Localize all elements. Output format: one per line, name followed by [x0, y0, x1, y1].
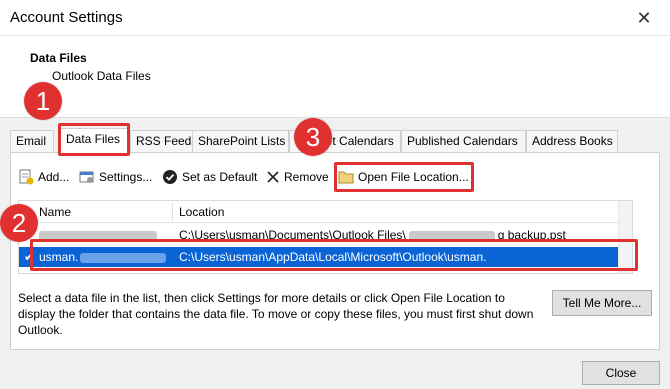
- checkmark-circle-icon: [163, 170, 177, 184]
- open-file-location-label: Open File Location...: [358, 170, 469, 184]
- set-default-label: Set as Default: [182, 170, 258, 184]
- step-badge-3: 3: [294, 118, 332, 156]
- description-text: Select a data file in the list, then cli…: [18, 291, 534, 337]
- redacted-text: [408, 230, 495, 241]
- list-row[interactable]: C:\Users\usman\Documents\Outlook Files\ g…: [19, 225, 632, 245]
- remove-x-icon: [267, 171, 279, 183]
- dialog-header: Data Files Outlook Data Files: [0, 36, 670, 118]
- row-location-path: C:\Users\usman\Documents\Outlook Files\: [179, 228, 406, 242]
- close-button[interactable]: Close: [582, 361, 660, 385]
- column-divider[interactable]: [172, 203, 173, 221]
- data-files-list[interactable]: Name Location C:\Users\usman\Documents\O…: [18, 200, 633, 274]
- row-location: C:\Users\usman\Documents\Outlook Files\ g…: [179, 225, 566, 245]
- list-row-selected[interactable]: ✔ usman. C:\Users\usman\AppData\Local\Mi…: [19, 247, 632, 267]
- row-location-tail: g backup.pst: [497, 228, 566, 242]
- header-title: Data Files: [30, 51, 87, 65]
- step-badge-2: 2: [0, 204, 38, 242]
- tab-data-files[interactable]: Data Files: [60, 128, 130, 154]
- add-button[interactable]: Add...: [18, 166, 69, 188]
- column-location[interactable]: Location: [179, 205, 224, 219]
- row-name-text: usman.: [39, 250, 79, 264]
- title-bar: Account Settings ✕: [0, 0, 670, 36]
- column-name[interactable]: Name: [39, 205, 71, 219]
- settings-button[interactable]: Settings...: [79, 166, 152, 188]
- list-header: Name Location: [19, 201, 632, 223]
- close-icon[interactable]: ✕: [632, 6, 656, 30]
- redacted-text: [39, 230, 157, 241]
- tab-email[interactable]: Email: [10, 130, 54, 153]
- tell-me-more-button[interactable]: Tell Me More...: [552, 290, 652, 316]
- remove-label: Remove: [284, 170, 329, 184]
- tab-published-calendars[interactable]: Published Calendars: [401, 130, 526, 153]
- header-subtitle: Outlook Data Files: [52, 69, 151, 83]
- add-label: Add...: [38, 170, 70, 184]
- add-file-icon: [19, 169, 34, 185]
- row-name: usman.: [39, 247, 167, 267]
- remove-button[interactable]: Remove: [266, 166, 329, 188]
- tab-rss-feeds[interactable]: RSS Feeds: [130, 130, 197, 153]
- window-title: Account Settings: [10, 9, 123, 26]
- redacted-text: [80, 252, 167, 263]
- folder-icon: [338, 171, 354, 184]
- settings-icon: [79, 171, 94, 183]
- set-default-button[interactable]: Set as Default: [162, 166, 257, 188]
- tab-address-books[interactable]: Address Books: [526, 130, 618, 153]
- tab-sharepoint-lists[interactable]: SharePoint Lists: [192, 130, 289, 153]
- vertical-scrollbar[interactable]: [618, 201, 632, 273]
- row-name: [39, 225, 157, 245]
- settings-label: Settings...: [99, 170, 153, 184]
- default-check-icon: ✔: [24, 250, 35, 264]
- open-file-location-button[interactable]: Open File Location...: [338, 166, 469, 188]
- step-badge-1: 1: [24, 82, 62, 120]
- row-location: C:\Users\usman\AppData\Local\Microsoft\O…: [179, 250, 487, 264]
